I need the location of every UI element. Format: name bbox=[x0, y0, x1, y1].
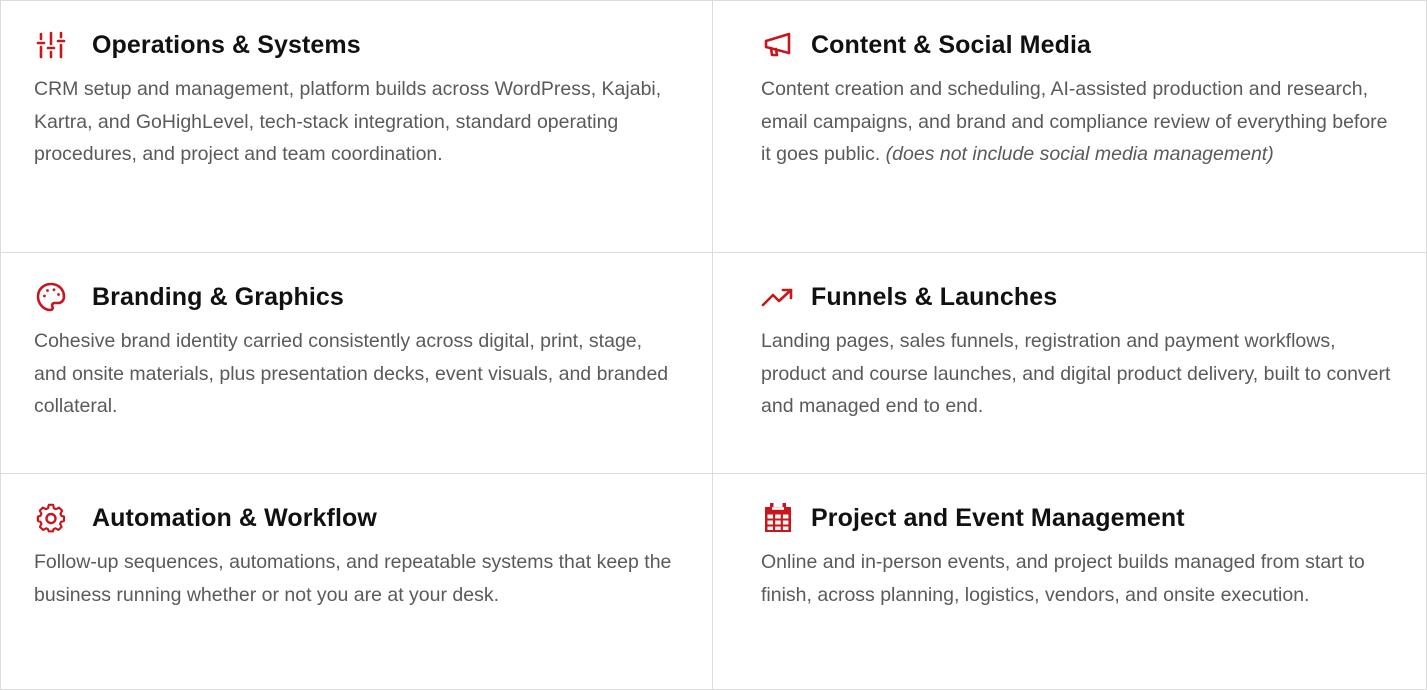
service-card-header: Content & Social Media bbox=[761, 27, 1396, 63]
service-title: Funnels & Launches bbox=[811, 282, 1058, 311]
sliders-icon bbox=[34, 28, 68, 62]
service-card-project-event: Project and Event Management Online and … bbox=[713, 474, 1427, 690]
service-description-text: CRM setup and management, platform build… bbox=[34, 78, 662, 165]
gear-icon bbox=[34, 501, 68, 535]
service-description: Landing pages, sales funnels, registrati… bbox=[761, 325, 1396, 423]
service-card-branding: Branding & Graphics Cohesive brand ident… bbox=[0, 253, 713, 474]
service-title: Automation & Workflow bbox=[92, 503, 377, 532]
service-card-automation: Automation & Workflow Follow-up sequence… bbox=[0, 474, 713, 690]
service-description: CRM setup and management, platform build… bbox=[34, 73, 674, 171]
service-description: Follow-up sequences, automations, and re… bbox=[34, 546, 674, 611]
service-card-header: Project and Event Management bbox=[761, 500, 1396, 536]
palette-icon bbox=[34, 280, 68, 314]
services-grid: Operations & Systems CRM setup and manag… bbox=[0, 0, 1427, 690]
service-card-header: Funnels & Launches bbox=[761, 279, 1396, 315]
service-title: Project and Event Management bbox=[811, 503, 1185, 532]
service-card-header: Operations & Systems bbox=[34, 27, 682, 63]
megaphone-icon bbox=[761, 28, 795, 62]
service-description: Content creation and scheduling, AI-assi… bbox=[761, 73, 1396, 171]
service-card-funnels: Funnels & Launches Landing pages, sales … bbox=[713, 253, 1427, 474]
service-description-text: Cohesive brand identity carried consiste… bbox=[34, 330, 669, 417]
service-description-text: Online and in-person events, and project… bbox=[761, 551, 1365, 606]
service-card-header: Branding & Graphics bbox=[34, 279, 682, 315]
service-title: Content & Social Media bbox=[811, 30, 1092, 59]
calendar-icon bbox=[761, 501, 795, 535]
service-title: Branding & Graphics bbox=[92, 282, 344, 311]
service-title: Operations & Systems bbox=[92, 30, 361, 59]
service-card-operations: Operations & Systems CRM setup and manag… bbox=[0, 0, 713, 253]
service-description-text: Follow-up sequences, automations, and re… bbox=[34, 551, 672, 606]
service-note: (does not include social media managemen… bbox=[885, 143, 1274, 165]
service-description: Online and in-person events, and project… bbox=[761, 546, 1396, 611]
service-description-text: Landing pages, sales funnels, registrati… bbox=[761, 330, 1391, 417]
trend-up-icon bbox=[761, 280, 795, 314]
service-description: Cohesive brand identity carried consiste… bbox=[34, 325, 674, 423]
service-card-header: Automation & Workflow bbox=[34, 500, 682, 536]
service-card-content: Content & Social Media Content creation … bbox=[713, 0, 1427, 253]
